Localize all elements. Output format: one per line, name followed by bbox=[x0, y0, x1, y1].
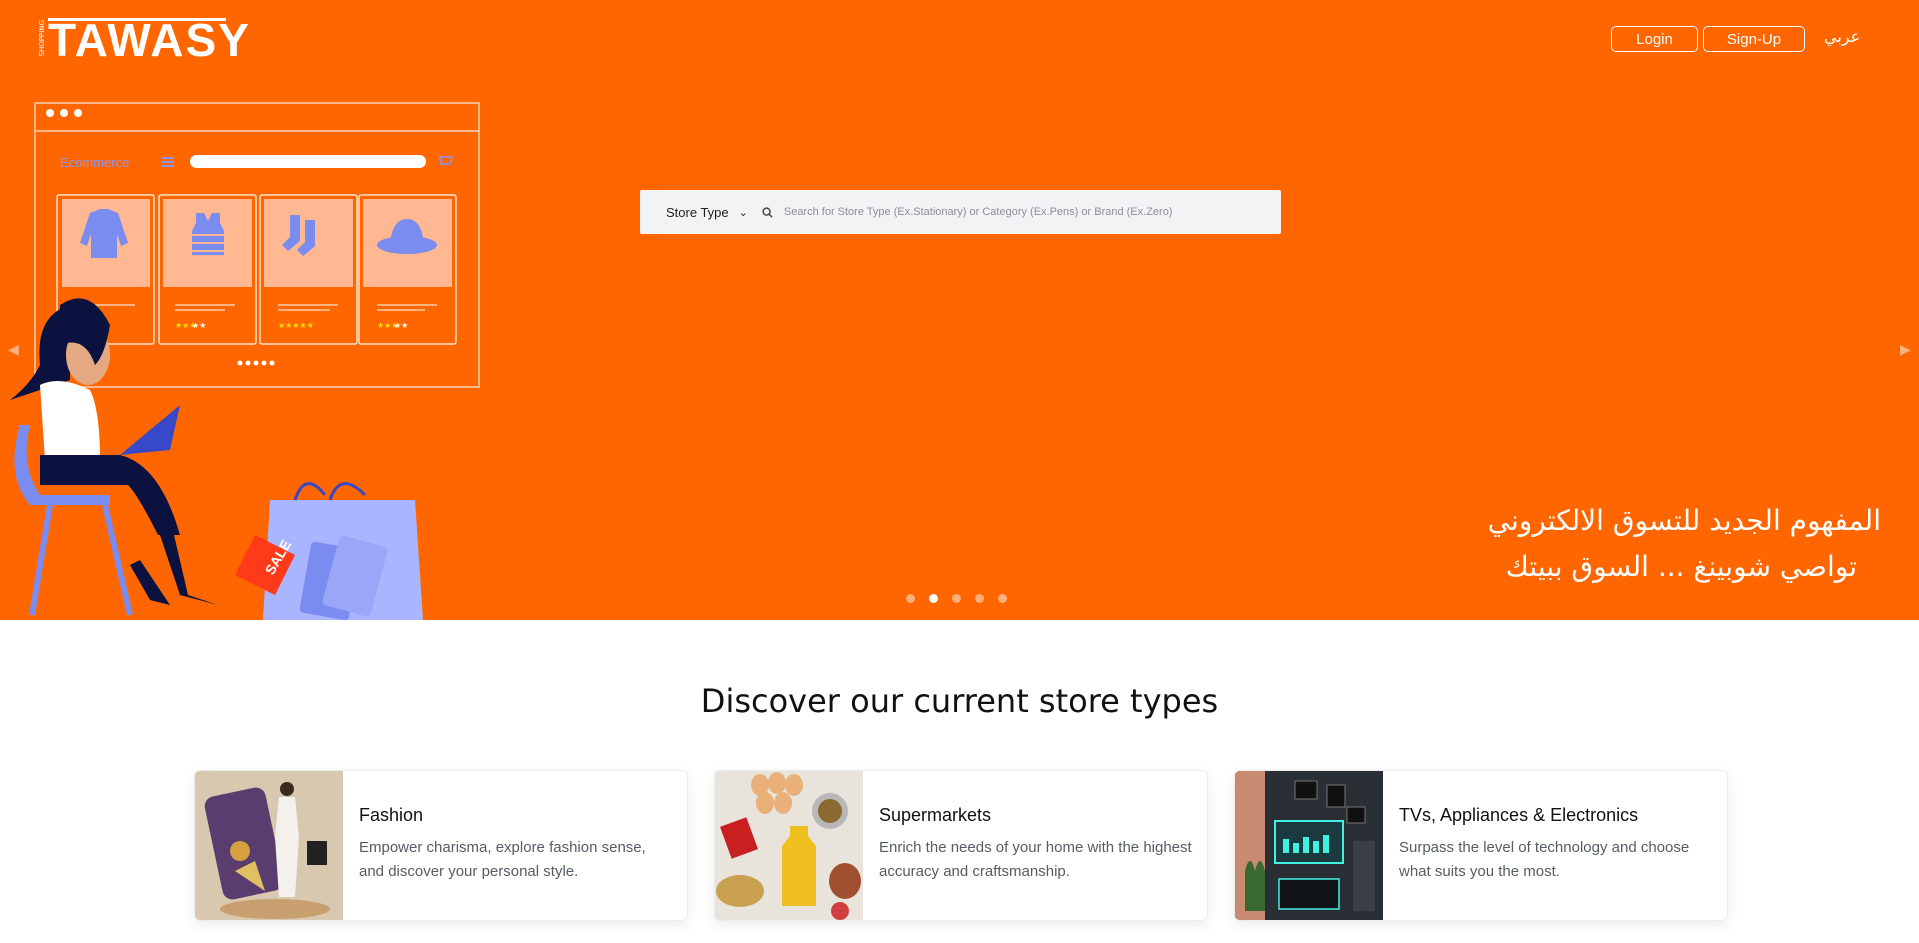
carousel-dot[interactable] bbox=[952, 594, 961, 603]
search-icon[interactable] bbox=[762, 205, 776, 219]
store-type-label: Store Type bbox=[666, 204, 729, 220]
chevron-down-icon: ⌄ bbox=[738, 206, 748, 219]
store-type-card-electronics[interactable]: TVs, Appliances & Electronics Surpass th… bbox=[1234, 770, 1728, 921]
store-type-card-supermarkets[interactable]: Supermarkets Enrich the needs of your ho… bbox=[714, 770, 1208, 921]
login-button[interactable]: Login bbox=[1611, 26, 1698, 52]
carousel-dots bbox=[906, 594, 1007, 603]
section-title: Discover our current store types bbox=[700, 682, 1219, 720]
card-description: Surpass the level of technology and choo… bbox=[1399, 839, 1690, 880]
card-title: TVs, Appliances & Electronics bbox=[1399, 805, 1639, 825]
tagline-line-1: المفهوم الجديد للتسوق الالكتروني bbox=[1487, 504, 1881, 537]
card-description: Empower charisma, explore fashion sense,… bbox=[359, 839, 646, 880]
logo-subtext: SHOPPING bbox=[38, 20, 46, 57]
carousel-next-icon[interactable]: ▶ bbox=[1900, 342, 1911, 358]
carousel-prev-icon[interactable]: ◀ bbox=[8, 342, 19, 358]
search-input[interactable] bbox=[781, 205, 1256, 219]
fashion-image bbox=[195, 771, 343, 920]
search-bar: Store Type ⌄ bbox=[640, 190, 1281, 234]
carousel-dot[interactable] bbox=[906, 594, 915, 603]
svg-text:★★: ★★ bbox=[192, 321, 206, 330]
carousel-dot[interactable] bbox=[998, 594, 1007, 603]
ecommerce-illustration: Ecommerce ★★★ ★★★★★ ★★★ ★★ ★★ SALE bbox=[10, 102, 480, 620]
carousel-dot[interactable] bbox=[975, 594, 984, 603]
svg-text:★★: ★★ bbox=[394, 321, 408, 330]
signup-button[interactable]: Sign-Up bbox=[1703, 26, 1805, 52]
supermarkets-image bbox=[715, 771, 863, 920]
card-title: Fashion bbox=[359, 805, 424, 825]
store-type-card-fashion[interactable]: Fashion Empower charisma, explore fashio… bbox=[194, 770, 688, 921]
logo[interactable]: TAWASY bbox=[48, 16, 251, 64]
electronics-image bbox=[1235, 771, 1383, 920]
tagline-line-2: تواصي شوبينغ ... السوق ببيتك bbox=[1505, 550, 1857, 583]
carousel-dot-active[interactable] bbox=[929, 594, 938, 603]
svg-text:★★★★★: ★★★★★ bbox=[278, 321, 314, 330]
card-description: Enrich the needs of your home with the h… bbox=[879, 839, 1192, 880]
hero-banner: TAWASY SHOPPING Login Sign-Up عربي Ecomm… bbox=[0, 0, 1919, 620]
hero-tagline: المفهوم الجديد للتسوق الالكتروني تواصي ش… bbox=[1488, 498, 1881, 590]
card-title: Supermarkets bbox=[879, 805, 992, 825]
language-switch[interactable]: عربي bbox=[1824, 27, 1860, 46]
store-type-dropdown[interactable]: Store Type ⌄ bbox=[666, 205, 748, 220]
window-title: Ecommerce bbox=[60, 155, 129, 170]
